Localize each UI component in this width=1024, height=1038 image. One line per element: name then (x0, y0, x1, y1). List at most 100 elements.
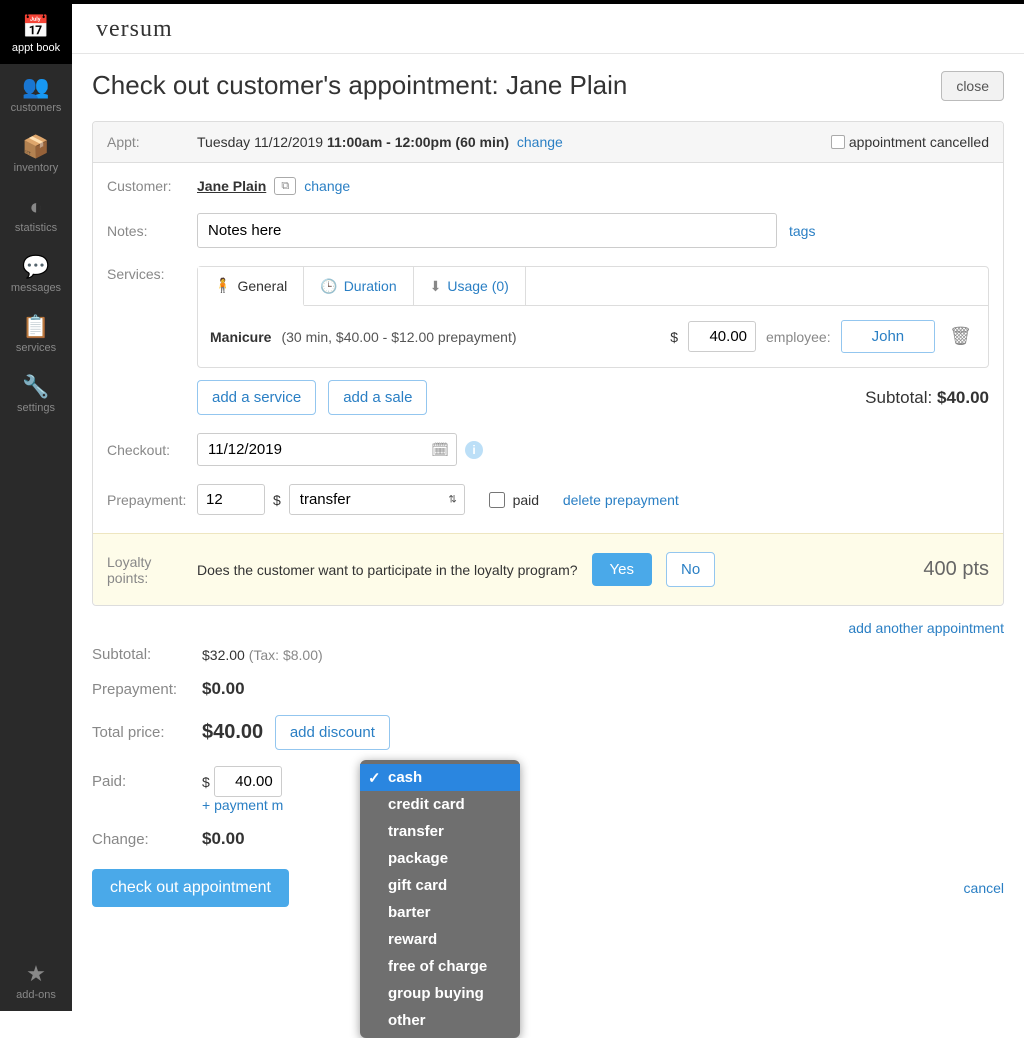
employee-button[interactable]: John (841, 320, 936, 353)
notes-label: Notes: (107, 223, 197, 239)
prepayment-label: Prepayment: (107, 492, 197, 508)
loyalty-bar: Loyalty points: Does the customer want t… (93, 533, 1003, 605)
close-button[interactable]: close (941, 71, 1004, 101)
dropdown-option-reward[interactable]: reward (360, 926, 520, 953)
cancelled-checkbox[interactable] (831, 135, 845, 149)
dropdown-option-gift-card[interactable]: gift card (360, 872, 520, 899)
paid-amount-input[interactable] (214, 766, 282, 797)
change-label: Change: (92, 831, 202, 848)
prepayment-total-value: $0.00 (202, 679, 245, 699)
add-service-button[interactable]: add a service (197, 380, 316, 415)
settings-icon: 🔧 (22, 374, 49, 400)
paid-checkbox[interactable] (489, 492, 505, 508)
add-sale-button[interactable]: add a sale (328, 380, 427, 415)
paid-label: paid (513, 492, 539, 508)
change-value: $0.00 (202, 829, 245, 849)
cancel-link[interactable]: cancel (964, 880, 1004, 896)
notes-input[interactable] (197, 213, 777, 248)
sidebar-label: add-ons (16, 989, 56, 1001)
customer-name-link[interactable]: Jane Plain (197, 178, 266, 194)
sidebar-label: appt book (12, 42, 60, 54)
sidebar-item-statistics[interactable]: ◐ statistics (0, 184, 72, 244)
sidebar-label: statistics (15, 222, 57, 234)
service-meta: (30 min, $40.00 - $12.00 prepayment) (281, 329, 516, 345)
loyalty-no-button[interactable]: No (666, 552, 715, 587)
sidebar-item-customers[interactable]: 👥 customers (0, 64, 72, 124)
services-label: Services: (107, 266, 197, 282)
tab-usage[interactable]: ⬇ Usage (0) (414, 267, 526, 305)
dropdown-option-credit-card[interactable]: credit card (360, 791, 520, 818)
dropdown-option-free-of-charge[interactable]: free of charge (360, 953, 520, 980)
tags-link[interactable]: tags (789, 223, 815, 239)
sidebar-item-services[interactable]: 📋 services (0, 304, 72, 364)
sidebar-label: messages (11, 282, 61, 294)
dropdown-option-cash[interactable]: cash (360, 764, 520, 791)
cancelled-label: appointment cancelled (849, 134, 989, 150)
sidebar-item-appt-book[interactable]: 📅 appt book (0, 4, 72, 64)
loyalty-question: Does the customer want to participate in… (197, 562, 578, 578)
prepayment-method-select[interactable]: transfer (289, 484, 465, 515)
appt-date: Tuesday 11/12/2019 (197, 134, 323, 150)
customer-card-icon[interactable]: ⧉ (274, 177, 296, 195)
services-icon: 📋 (22, 314, 49, 340)
page-title: Check out customer's appointment: Jane P… (92, 70, 627, 101)
subtotal-value: $32.00 (202, 647, 245, 663)
calendar-icon: 📅 (22, 14, 49, 40)
tax-value: (Tax: $8.00) (249, 647, 323, 663)
customer-label: Customer: (107, 178, 197, 194)
dropdown-option-other[interactable]: other (360, 1007, 520, 1034)
checkout-appointment-button[interactable]: check out appointment (92, 869, 289, 907)
payment-method-dropdown: cash credit card transfer package gift c… (360, 760, 520, 1038)
download-icon: ⬇ (430, 278, 442, 295)
dropdown-option-package[interactable]: package (360, 845, 520, 872)
paid-label: Paid: (92, 773, 202, 790)
prepayment-total-label: Prepayment: (92, 681, 202, 698)
sidebar-item-addons[interactable]: ★ add-ons (0, 951, 72, 1011)
customers-icon: 👥 (22, 74, 49, 100)
sidebar-item-inventory[interactable]: 📦 inventory (0, 124, 72, 184)
info-icon[interactable]: i (465, 441, 483, 459)
dropdown-option-transfer[interactable]: transfer (360, 818, 520, 845)
brand-logo: versum (72, 4, 1024, 54)
service-price-input[interactable] (688, 321, 756, 352)
delete-prepayment-link[interactable]: delete prepayment (563, 492, 679, 508)
appt-time: 11:00am - 12:00pm (60 min) (327, 134, 509, 150)
service-row: Manicure (30 min, $40.00 - $12.00 prepay… (198, 306, 988, 367)
currency-symbol: $ (273, 492, 281, 508)
prepayment-amount-input[interactable] (197, 484, 265, 515)
dropdown-option-group-buying[interactable]: group buying (360, 980, 520, 1007)
inventory-icon: 📦 (22, 134, 49, 160)
total-price-value: $40.00 (202, 721, 263, 744)
loyalty-yes-button[interactable]: Yes (592, 553, 652, 586)
subtotal-label: Subtotal: (865, 388, 932, 407)
tab-duration[interactable]: 🕒 Duration (304, 267, 413, 305)
customer-change-link[interactable]: change (304, 178, 350, 194)
clock-icon: 🕒 (320, 278, 337, 295)
totals-section: Subtotal: $32.00 (Tax: $8.00) Prepayment… (92, 646, 1004, 849)
checkout-date-input[interactable] (197, 433, 457, 466)
messages-icon: 💬 (22, 254, 49, 280)
appt-label: Appt: (107, 134, 197, 150)
loyalty-points: 400 pts (923, 558, 989, 581)
total-price-label: Total price: (92, 724, 202, 741)
sidebar-label: services (16, 342, 56, 354)
person-icon: 🧍 (214, 277, 231, 294)
appointment-panel: Appt: Tuesday 11/12/2019 11:00am - 12:00… (92, 121, 1004, 606)
tab-general[interactable]: 🧍 General (198, 267, 304, 306)
subtotal-value: $40.00 (937, 388, 989, 407)
main-area: versum Check out customer's appointment:… (72, 0, 1024, 1011)
add-payment-method-link[interactable]: + payment m (202, 797, 283, 813)
add-another-appointment-link[interactable]: add another appointment (848, 620, 1004, 636)
sidebar: 📅 appt book 👥 customers 📦 inventory ◐ st… (0, 0, 72, 1011)
appt-change-link[interactable]: change (517, 134, 563, 150)
sidebar-label: customers (11, 102, 62, 114)
sidebar-item-settings[interactable]: 🔧 settings (0, 364, 72, 424)
employee-label: employee: (766, 329, 831, 345)
add-discount-button[interactable]: add discount (275, 715, 390, 750)
statistics-icon: ◐ (29, 194, 42, 220)
dropdown-option-barter[interactable]: barter (360, 899, 520, 926)
sidebar-item-messages[interactable]: 💬 messages (0, 244, 72, 304)
currency-symbol: $ (670, 329, 678, 345)
trash-icon[interactable]: 🗑 (945, 322, 976, 351)
sidebar-label: inventory (14, 162, 59, 174)
